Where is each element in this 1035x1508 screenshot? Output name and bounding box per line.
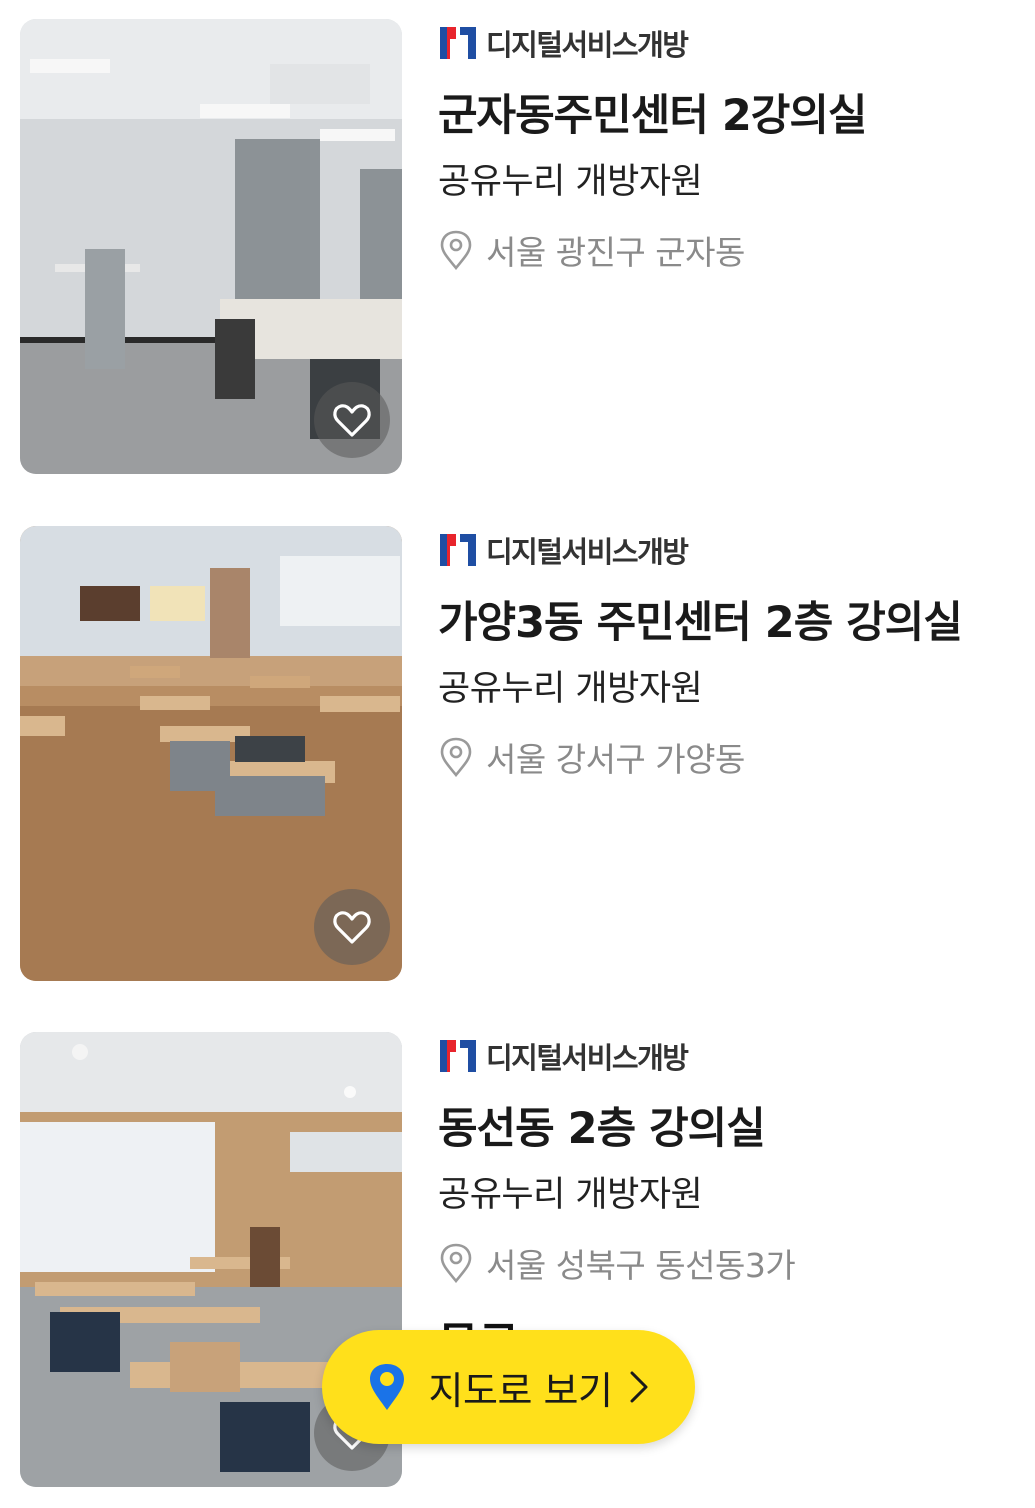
- listing-info: 디지털서비스개방 가양3동 주민센터 2층 강의실 공유누리 개방자원 서울 강…: [438, 526, 1018, 781]
- location-pin-icon: [440, 737, 472, 777]
- digital-service-logo-icon: [440, 534, 476, 566]
- location-row: 서울 성북구 동선동3가: [438, 1239, 1018, 1287]
- brand-name: 디지털서비스개방: [486, 1041, 689, 1075]
- location-row: 서울 광진구 군자동: [438, 226, 1018, 274]
- digital-service-logo-icon: [440, 1040, 476, 1072]
- location-pin-icon: [440, 230, 472, 270]
- heart-outline-icon: [333, 911, 371, 944]
- brand-row: 디지털서비스개방: [438, 21, 1018, 65]
- listing-location: 서울 광진구 군자동: [486, 233, 745, 272]
- listing-location: 서울 성북구 동선동3가: [486, 1246, 796, 1285]
- listing-info: 디지털서비스개방 군자동주민센터 2강의실 공유누리 개방자원 서울 광진구 군…: [438, 19, 1018, 274]
- heart-outline-icon: [333, 404, 371, 437]
- view-map-label: 지도로 보기: [428, 1368, 613, 1413]
- listing-card[interactable]: 디지털서비스개방 가양3동 주민센터 2층 강의실 공유누리 개방자원 서울 강…: [0, 526, 1035, 996]
- brand-name: 디지털서비스개방: [486, 28, 689, 62]
- listing-card[interactable]: 디지털서비스개방 군자동주민센터 2강의실 공유누리 개방자원 서울 광진구 군…: [0, 19, 1035, 489]
- listing-location: 서울 강서구 가양동: [486, 740, 745, 779]
- listing-title[interactable]: 군자동주민센터 2강의실: [438, 81, 1018, 143]
- listing-provider: 공유누리 개방자원: [438, 162, 703, 202]
- location-row: 서울 강서구 가양동: [438, 733, 1018, 781]
- listing-title[interactable]: 동선동 2층 강의실: [438, 1094, 1018, 1156]
- chevron-right-icon: [630, 1371, 648, 1403]
- brand-row: 디지털서비스개방: [438, 1034, 1018, 1078]
- listing-provider: 공유누리 개방자원: [438, 1175, 703, 1215]
- location-pin-icon: [440, 1243, 472, 1283]
- listing-photo[interactable]: [20, 19, 402, 474]
- digital-service-logo-icon: [440, 27, 476, 59]
- listing-list: 디지털서비스개방 군자동주민센터 2강의실 공유누리 개방자원 서울 광진구 군…: [0, 0, 1035, 1508]
- like-button[interactable]: [314, 382, 390, 458]
- map-pin-icon: [369, 1364, 404, 1410]
- brand-name: 디지털서비스개방: [486, 535, 689, 569]
- listing-photo[interactable]: [20, 526, 402, 981]
- brand-row: 디지털서비스개방: [438, 528, 1018, 572]
- listing-info: 디지털서비스개방 동선동 2층 강의실 공유누리 개방자원 서울 성북구 동선동…: [438, 1032, 1018, 1337]
- view-map-button[interactable]: 지도로 보기: [322, 1330, 695, 1444]
- like-button[interactable]: [314, 889, 390, 965]
- listing-title[interactable]: 가양3동 주민센터 2층 강의실: [438, 588, 1018, 650]
- listing-provider: 공유누리 개방자원: [438, 669, 703, 709]
